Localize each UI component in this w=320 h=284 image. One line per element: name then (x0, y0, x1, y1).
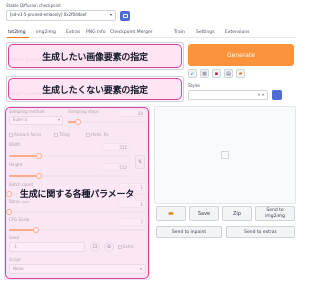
open-folder-button[interactable]: ▬ (156, 206, 186, 221)
chevron-down-icon: ▾ (109, 12, 112, 18)
prompt-annotation: 生成したい画像要素の指定 (8, 44, 182, 68)
style-card-icon[interactable]: ▪ (212, 69, 221, 78)
tab-extras[interactable]: Extras (66, 30, 80, 35)
tab-extensions[interactable]: Extensions (225, 30, 249, 35)
checkpoint-value: [sd-v1-5-pruned-emaonly] 0x2f0d4aef (10, 12, 87, 18)
tab-divider (4, 37, 296, 38)
save-button[interactable]: Save (189, 206, 219, 221)
refresh-checkpoint-button[interactable] (120, 11, 130, 21)
style-tools: ↙ ■ ▪ ▤ ▰ (188, 69, 245, 78)
checkpoint-select[interactable]: [sd-v1-5-pruned-emaonly] 0x2f0d4aef ▾ (6, 10, 116, 21)
send-to-inpaint-button[interactable]: Send to inpaint (156, 226, 222, 238)
parameters-annotation: 生成に関する各種パラメータ (5, 107, 149, 279)
send-to-extras-button[interactable]: Send to extras (226, 226, 295, 238)
negative-annotation-text: 生成したくない要素の指定 (42, 85, 148, 96)
prompt-annotation-text: 生成したい画像要素の指定 (42, 52, 148, 63)
refresh-icon (122, 14, 128, 18)
folder-icon: ▬ (168, 210, 174, 217)
tab-img2img[interactable]: img2img (36, 30, 56, 35)
active-tab-indicator (7, 37, 29, 38)
tab-settings[interactable]: Settings (196, 30, 214, 35)
arrow-icon[interactable]: ↙ (188, 69, 197, 78)
save-style-icon[interactable]: ▰ (236, 69, 245, 78)
styles-label: Styles (188, 83, 201, 88)
generate-button[interactable]: Generate (188, 44, 294, 66)
clipboard-icon[interactable]: ▤ (224, 69, 233, 78)
refresh-styles-button[interactable] (272, 90, 282, 100)
zip-button[interactable]: Zip (222, 206, 252, 221)
tab-txt2img[interactable]: txt2img (8, 30, 26, 35)
close-icon[interactable]: ✕ ▾ (257, 92, 264, 97)
image-placeholder-icon (221, 151, 229, 159)
negative-prompt-annotation: 生成したくない要素の指定 (8, 78, 182, 100)
checkpoint-label: Stable Diffusion checkpoint (6, 3, 61, 8)
output-image-area (154, 106, 296, 204)
tab-checkpoint-merger[interactable]: Checkpoint Merger (110, 30, 153, 35)
params-annotation-text: 生成に関する各種パラメータ (17, 185, 137, 201)
tab-train[interactable]: Train (174, 30, 185, 35)
trash-icon[interactable]: ■ (200, 69, 209, 78)
styles-select[interactable]: ✕ ▾ (188, 90, 268, 100)
tab-png-info[interactable]: PNG Info (86, 30, 106, 35)
send-to-img2img-button[interactable]: Send to img2img (255, 206, 295, 221)
